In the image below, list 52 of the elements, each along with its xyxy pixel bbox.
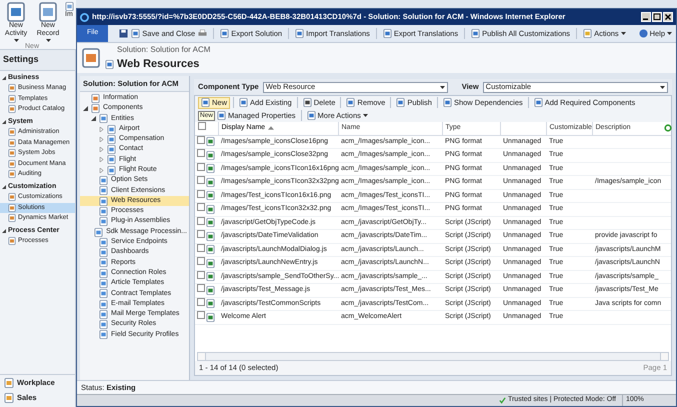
expand-icon[interactable] <box>99 136 104 142</box>
refresh-icon[interactable] <box>664 124 672 132</box>
document-icon <box>38 2 58 22</box>
printer-icon[interactable] <box>198 29 208 38</box>
minimize-icon[interactable] <box>641 12 651 22</box>
checkbox[interactable] <box>197 176 205 184</box>
checkmark-icon <box>498 397 506 404</box>
document-icon <box>65 2 74 11</box>
save-icon[interactable] <box>119 29 128 38</box>
help-icon <box>638 29 648 38</box>
page-icon <box>583 29 592 38</box>
expand-icon[interactable] <box>99 147 104 152</box>
checkbox[interactable] <box>197 230 205 238</box>
checkbox[interactable] <box>197 149 205 157</box>
expand-icon[interactable] <box>99 168 104 173</box>
page-icon <box>442 98 452 107</box>
checkbox[interactable] <box>198 122 206 130</box>
page-icon <box>382 29 392 38</box>
page-subtitle: Solution: Solution for ACM <box>117 44 210 56</box>
page-icon <box>220 29 230 38</box>
browser-logo-icon <box>80 12 89 22</box>
checkbox[interactable] <box>197 311 205 319</box>
caret-icon <box>440 86 445 88</box>
page-icon <box>471 29 480 38</box>
collapse-icon[interactable] <box>2 76 6 80</box>
page-icon <box>534 98 543 107</box>
caret-icon <box>667 32 672 35</box>
document-icon <box>6 2 26 22</box>
close-icon[interactable] <box>663 12 673 22</box>
collapse-icon[interactable] <box>2 120 6 124</box>
collapse-icon[interactable] <box>83 106 88 111</box>
page-icon <box>131 29 140 38</box>
collapse-icon[interactable] <box>91 116 96 122</box>
maximize-icon[interactable] <box>652 12 662 22</box>
page-title: Web Resources <box>117 56 200 72</box>
expand-icon[interactable] <box>99 126 104 132</box>
checkbox[interactable] <box>197 203 205 211</box>
collapse-icon[interactable] <box>2 228 6 233</box>
page-icon <box>396 98 406 107</box>
page-icon <box>239 98 248 107</box>
page-icon <box>295 29 304 38</box>
page-icon <box>8 237 16 246</box>
expand-icon[interactable] <box>99 157 104 162</box>
collapse-icon[interactable] <box>2 184 6 189</box>
sort-arrow-icon <box>268 126 274 130</box>
page-icon <box>105 60 114 68</box>
checkbox[interactable] <box>197 284 205 292</box>
page-icon <box>81 48 101 68</box>
checkbox[interactable] <box>197 257 205 265</box>
caret-icon <box>660 86 665 88</box>
page-icon <box>346 98 356 107</box>
nav-title: Settings <box>0 50 75 70</box>
